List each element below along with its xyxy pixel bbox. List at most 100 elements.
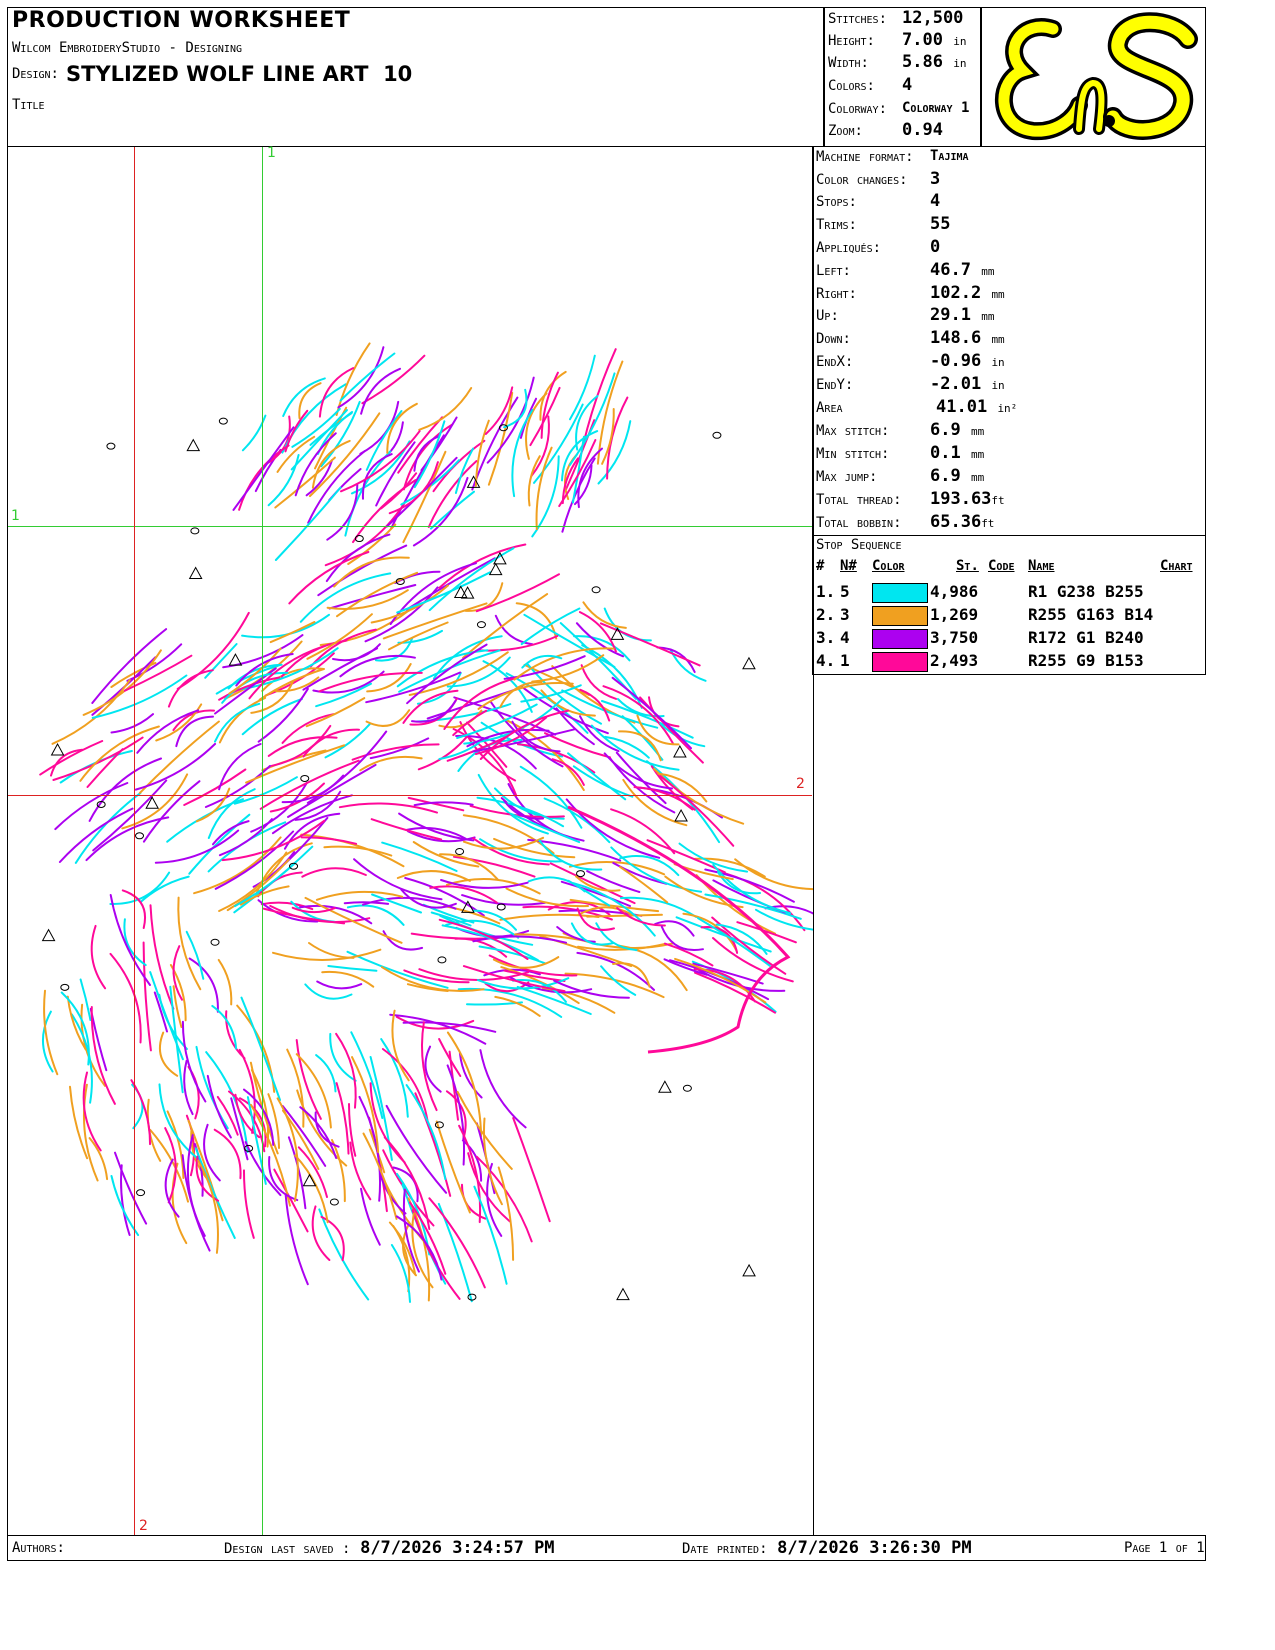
info-unit: in [991,356,1005,369]
stitch-stroke [403,969,470,984]
stop-sequence-row: 4. 1 2,493 R255 G9 B153 [816,651,1204,673]
summary-colors: Colors: 4 [828,73,912,97]
trim-marker [210,938,220,946]
stitch-stroke [212,820,250,846]
info-label: Total thread: [816,492,902,508]
stitch-stroke [90,1006,116,1105]
info-label: Max stitch: [816,423,890,439]
row-number: 4. [816,651,836,670]
stitch-stroke [315,682,372,708]
summary-panel: Stitches: 12,500 Height: 7.00 in Width: … [828,6,978,146]
stitch-stroke [445,878,541,895]
column-header: # [816,558,825,574]
stitch-stroke [188,957,219,1013]
guide-label-green-left: 1 [11,508,20,524]
row-color-name: R255 G163 B14 [1028,605,1154,624]
footer-box [7,1535,1206,1561]
row-stitches: 2,493 [930,651,979,670]
info-label: Stops: [816,194,857,210]
stitch-stroke [120,1164,131,1236]
stitch-stroke [90,924,107,990]
stitch-stroke [494,995,541,1017]
trim-marker [476,621,486,629]
info-value: -0.96 [930,351,982,371]
stop-marker [674,808,688,822]
stop-marker [742,1263,756,1277]
stitch-stroke [335,1082,350,1155]
design-label: Design: [12,66,59,82]
title-label: Title [12,97,45,113]
row-number: 3. [816,628,836,647]
info-value: 41.01 [936,397,988,417]
stitch-stroke [366,663,412,693]
stop-marker [673,745,687,758]
summary-value: 5.86 [902,52,943,72]
info-label: Machine format: [816,149,914,165]
stop-marker [658,1080,672,1093]
stitch-stroke [519,397,538,439]
total-bobbin-row: Total bobbin: 65.36ft [816,510,994,534]
summary-value: Colorway 1 [902,100,970,116]
endy-row: EndY: -2.01 in [816,372,1005,396]
guide-label-red-bottom: 2 [139,1518,148,1534]
design-name: STYLIZED WOLF LINE ART 10 [66,62,413,86]
stitch-stroke [240,996,281,1101]
stitch-stroke [361,354,426,405]
info-unit: mm [970,425,985,438]
stitch-stroke [327,965,378,972]
stop-marker [186,438,201,452]
stitch-stroke [512,1117,551,1223]
color-swatch [872,583,928,603]
stitch-stroke [446,1064,465,1166]
info-label: Total bobbin: [816,515,902,531]
saved-label: Design last saved : [224,1541,351,1557]
stitch-stroke [567,752,627,801]
info-value: 6.9 [930,466,961,486]
stitch-stroke [114,1151,148,1225]
saved-value: 8/7/2026 3:24:57 PM [360,1538,555,1558]
stitch-stroke [274,456,336,509]
stitch-stroke [428,547,515,612]
stitch-stroke [475,1155,533,1243]
stitch-stroke [569,354,596,421]
info-value: 102.2 [930,283,982,303]
color-swatch [872,629,928,649]
info-unit: in [991,379,1005,392]
trim-marker [455,847,465,855]
stitch-stroke [479,1049,527,1129]
info-unit: in² [997,402,1018,415]
summary-label: Zoom: [828,123,863,139]
stitch-stroke [217,958,233,1006]
stitch-stroke [736,921,797,944]
color-swatch [872,652,928,672]
trim-marker [218,417,228,425]
info-label: Appliqués: [816,240,882,256]
wolf-embroidery-artwork [39,342,813,1303]
stitch-stroke [316,980,363,990]
page-number: Page 1 of 1 [1124,1540,1205,1556]
max-stitch-row: Max stitch: 6.9 mm [816,418,984,442]
info-unit: mm [970,448,985,461]
stop-sequence-row: 2. 3 1,269 R255 G163 B14 [816,605,1204,627]
summary-width: Width: 5.86 in [828,50,966,74]
row-stitches: 4,986 [930,582,979,601]
summary-label: Width: [828,55,869,71]
summary-value: 4 [902,75,913,95]
row-needle: 5 [840,582,850,601]
total-thread-row: Total thread: 193.63ft [816,487,1005,511]
left-row: Left: 46.7 mm [816,258,994,282]
guide-label-red-right: 2 [796,776,805,792]
authors-label: Authors: [12,1540,65,1556]
stop-marker [616,1287,630,1301]
guide-label-green-top: 1 [267,145,276,161]
column-header: Chart [1160,558,1193,574]
trim-marker [136,1189,146,1197]
row-number: 1. [816,582,836,601]
row-number: 2. [816,605,836,624]
stitch-stroke [331,1139,346,1203]
stitch-stroke [462,593,549,659]
stop-sequence-row: 3. 4 3,750 R172 G1 B240 [816,628,1204,650]
trim-marker [190,527,200,535]
stitch-stroke [183,1059,194,1116]
stitch-stroke [269,621,316,644]
